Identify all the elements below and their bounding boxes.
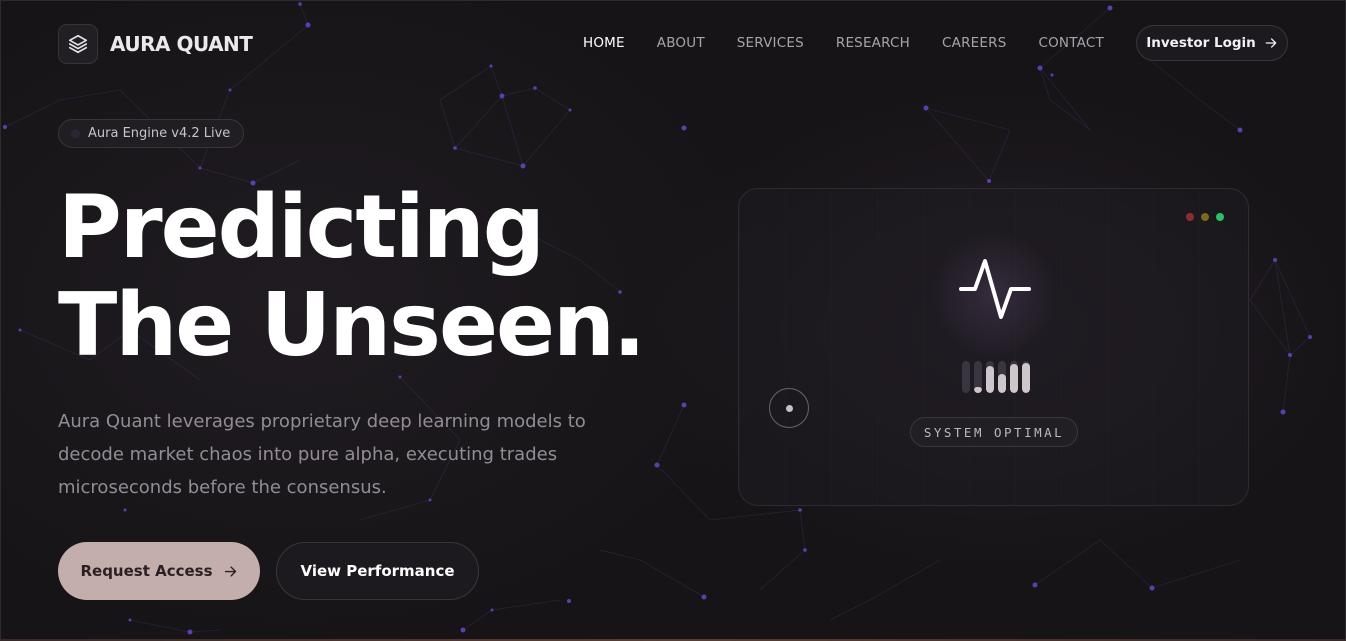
engine-status-badge: Aura Engine v4.2 Live [58,119,245,148]
target-dot [785,404,793,412]
system-status-panel: SYSTEM OPTIMAL [738,188,1249,506]
headline-line-2: The Unseen. [58,274,646,376]
target-icon[interactable] [769,388,809,428]
nav-about[interactable]: ABOUT [657,35,705,51]
live-dot-icon [71,129,80,138]
request-access-label: Request Access [80,562,213,580]
activity-bar [962,361,970,393]
badge-label: Aura Engine v4.2 Live [88,126,231,141]
brand-logo[interactable]: AURA QUANT [58,24,253,64]
investor-login-label: Investor Login [1146,35,1256,51]
arrow-right-icon [224,565,236,577]
hero-description: Aura Quant leverages proprietary deep le… [58,411,586,498]
window-dot-green [1216,213,1224,221]
nav-services[interactable]: SERVICES [737,35,804,51]
activity-bar [1010,361,1018,393]
activity-bar [986,361,994,393]
nav-contact[interactable]: CONTACT [1038,35,1103,51]
investor-login-button[interactable]: Investor Login [1136,25,1288,61]
request-access-button[interactable]: Request Access [58,542,260,600]
headline-line-1: Predicting [58,176,545,278]
window-dot-red [1186,213,1194,221]
view-performance-button[interactable]: View Performance [276,542,479,600]
activity-bar [1022,361,1030,393]
brand-name: AURA QUANT [110,32,253,56]
activity-bars [962,361,1030,393]
nav-careers[interactable]: CAREERS [942,35,1006,51]
pulse-icon [959,259,1031,319]
main-nav: HOME ABOUT SERVICES RESEARCH CAREERS CON… [583,35,1136,51]
nav-home[interactable]: HOME [583,35,625,51]
nav-research[interactable]: RESEARCH [836,35,910,51]
window-dots [1186,213,1224,221]
window-dot-yellow [1201,213,1209,221]
activity-bar [998,361,1006,393]
activity-bar [974,361,982,393]
layers-icon [58,24,98,64]
hero-headline: Predicting The Unseen. [58,176,646,376]
view-performance-label: View Performance [300,562,455,580]
arrow-right-icon [1265,38,1277,48]
system-status-pill: SYSTEM OPTIMAL [910,417,1078,447]
